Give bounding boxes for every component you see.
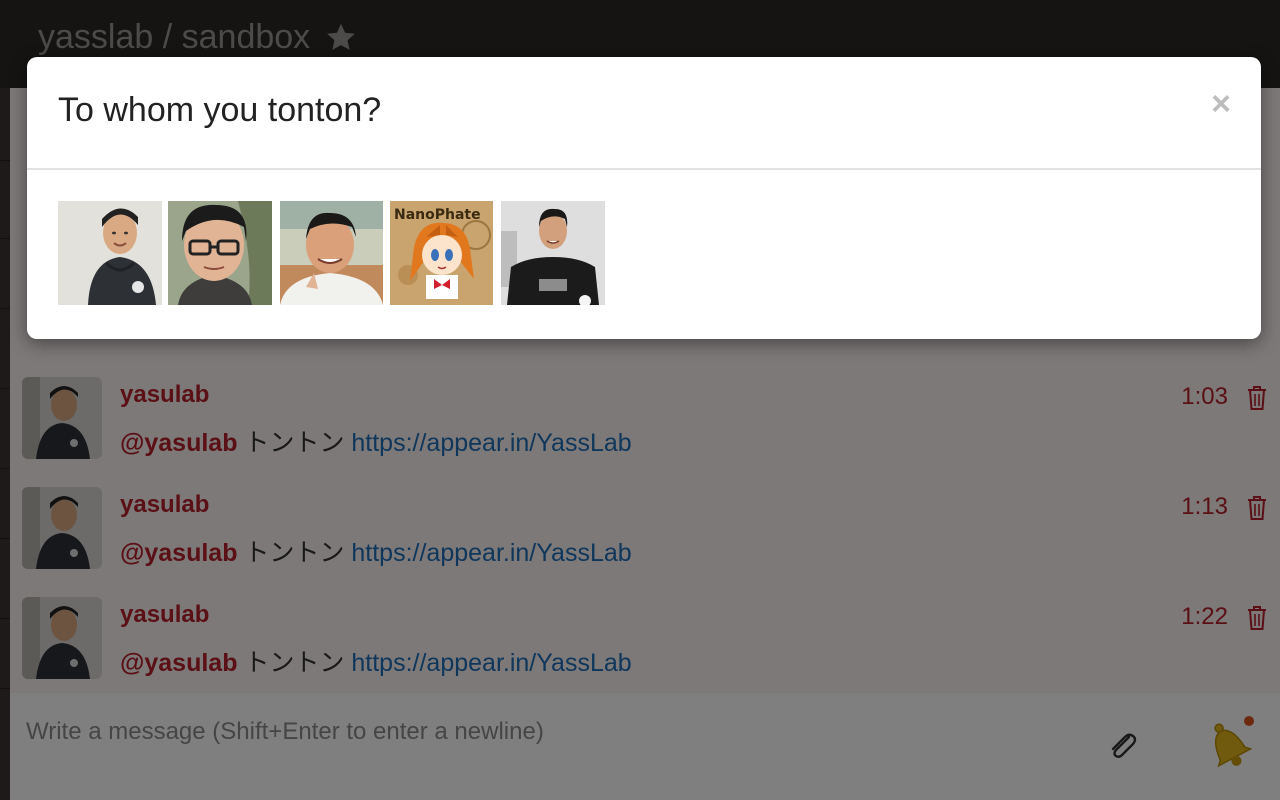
user-choice-avatar[interactable] [58, 201, 162, 305]
close-button[interactable]: × [1211, 87, 1231, 121]
tonton-modal: To whom you tonton? × NanoPhate [27, 57, 1261, 339]
user-choice-avatar[interactable] [501, 201, 605, 305]
modal-title: To whom you tonton? [58, 91, 382, 129]
user-choice-avatar[interactable] [280, 201, 383, 305]
nanophate-badge: NanoPhate [394, 207, 481, 223]
user-choice-avatar[interactable] [168, 201, 272, 305]
modal-divider [27, 168, 1261, 170]
user-choice-avatar[interactable]: NanoPhate [390, 201, 493, 305]
